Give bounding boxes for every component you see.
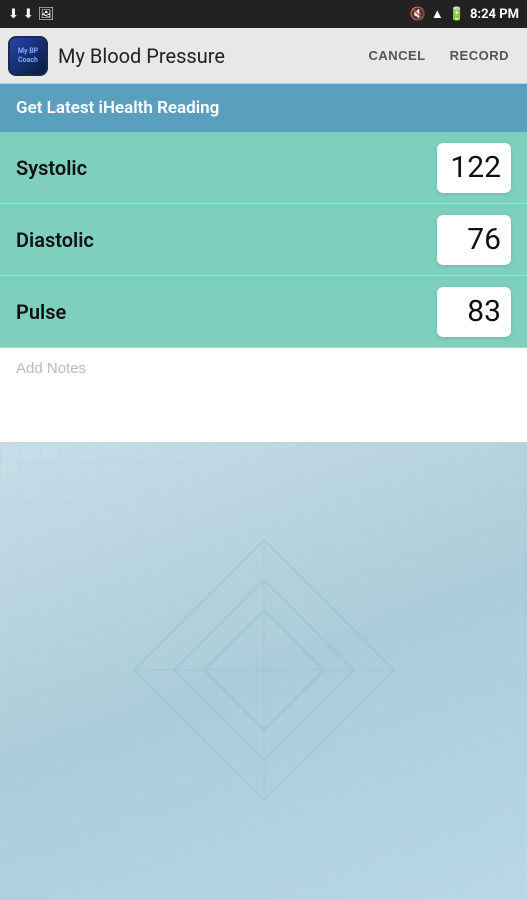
readings-container: Systolic 122 Diastolic 76 Pulse 83 (0, 132, 527, 348)
status-bar: ⬇ ⬇ 🖼 🔇 ▲ 🔋 8:24 PM (0, 0, 527, 28)
image-icon: 🖼 (38, 7, 55, 22)
systolic-row: Systolic 122 (0, 132, 527, 204)
diastolic-value: 76 (467, 222, 501, 257)
systolic-label: Systolic (16, 156, 437, 180)
wifi-icon: ▲ (431, 6, 444, 22)
pulse-label: Pulse (16, 300, 437, 324)
mute-icon: 🔇 (410, 7, 426, 22)
clock: 8:24 PM (470, 7, 519, 22)
download-icon-2: ⬇ (23, 7, 34, 22)
diastolic-row: Diastolic 76 (0, 204, 527, 276)
watermark-graphic (114, 520, 414, 820)
cancel-button[interactable]: CANCEL (358, 40, 435, 71)
app-title: My Blood Pressure (58, 44, 358, 68)
app-bar: My BP Coach My Blood Pressure CANCEL REC… (0, 28, 527, 84)
status-bar-right: 🔇 ▲ 🔋 8:24 PM (410, 6, 519, 22)
pulse-value-box[interactable]: 83 (437, 287, 511, 337)
systolic-value-box[interactable]: 122 (437, 143, 511, 193)
app-icon: My BP Coach (8, 36, 48, 76)
download-icon-1: ⬇ (8, 7, 19, 22)
notes-container (0, 348, 527, 442)
diastolic-value-box[interactable]: 76 (437, 215, 511, 265)
notes-input[interactable] (0, 348, 527, 438)
diastolic-label: Diastolic (16, 228, 437, 252)
status-bar-left: ⬇ ⬇ 🖼 (8, 7, 54, 22)
record-button[interactable]: RECORD (440, 40, 519, 71)
ihealth-header-text: Get Latest iHealth Reading (16, 98, 219, 118)
app-icon-text: My BP Coach (10, 47, 46, 64)
app-bar-actions: CANCEL RECORD (358, 40, 519, 71)
systolic-value: 122 (450, 150, 501, 185)
ihealth-header[interactable]: Get Latest iHealth Reading (0, 84, 527, 132)
background-area (0, 442, 527, 900)
pulse-value: 83 (467, 294, 501, 329)
pulse-row: Pulse 83 (0, 276, 527, 348)
battery-icon: 🔋 (449, 7, 465, 22)
